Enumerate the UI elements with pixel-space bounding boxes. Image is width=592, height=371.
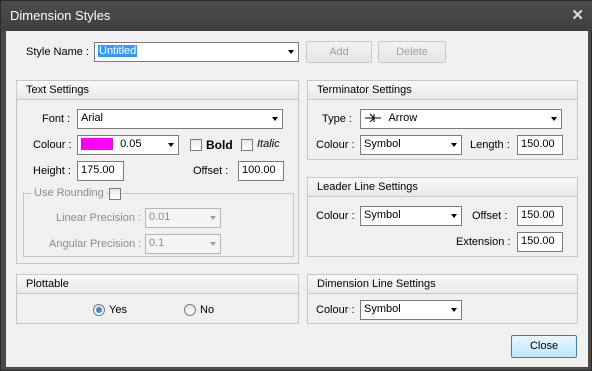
terminator-length-input[interactable]: 150.00 — [517, 135, 563, 155]
angular-precision-label: Angular Precision : — [49, 238, 142, 250]
font-value: Arial — [81, 112, 104, 124]
use-rounding-label: Use Rounding — [31, 187, 107, 199]
plottable-no-radio[interactable] — [184, 304, 196, 316]
chevron-down-icon — [210, 242, 216, 246]
plottable-yes-label: Yes — [109, 304, 127, 316]
height-label: Height : — [33, 165, 71, 177]
colour-value: 0.05 — [120, 138, 142, 150]
terminator-settings-header: Terminator Settings — [308, 81, 577, 100]
terminator-colour-label: Colour : — [316, 139, 355, 151]
terminator-type-value: Arrow — [388, 112, 418, 124]
chevron-down-icon — [451, 308, 457, 312]
angular-precision-select[interactable]: 0.1 — [145, 234, 221, 254]
linear-precision-value: 0.01 — [149, 211, 171, 223]
colour-select[interactable]: 0.05 — [77, 135, 179, 155]
chevron-down-icon — [168, 143, 174, 147]
italic-label: Italic — [257, 138, 280, 150]
terminator-length-label: Length : — [470, 139, 510, 151]
dimension-colour-value: Symbol — [364, 303, 401, 315]
linear-precision-label: Linear Precision : — [56, 212, 141, 224]
chevron-down-icon — [210, 216, 216, 220]
leader-extension-input[interactable]: 150.00 — [517, 232, 563, 252]
style-name-combo[interactable]: Untitled — [94, 42, 299, 62]
leader-line-settings-group: Leader Line Settings Colour : Symbol Off… — [307, 177, 578, 257]
close-button[interactable]: Close — [511, 335, 577, 358]
dimension-line-settings-header: Dimension Line Settings — [308, 275, 577, 294]
plottable-no-label: No — [200, 304, 215, 316]
linear-precision-select[interactable]: 0.01 — [145, 208, 221, 228]
italic-checkbox[interactable] — [241, 139, 253, 151]
dimension-colour-label: Colour : — [316, 304, 355, 316]
style-name-value: Untitled — [98, 45, 138, 57]
height-input[interactable]: 175.00 — [77, 161, 124, 181]
offset-input[interactable]: 100.00 — [238, 161, 284, 181]
text-settings-group: Text Settings Font : Arial Colour : 0.05… — [16, 80, 299, 264]
bold-checkbox[interactable] — [190, 139, 202, 151]
chevron-down-icon — [451, 214, 457, 218]
leader-line-settings-header: Leader Line Settings — [308, 178, 577, 197]
terminator-type-select[interactable]: Arrow — [360, 109, 562, 129]
leader-colour-label: Colour : — [316, 210, 355, 222]
chevron-down-icon[interactable] — [288, 50, 294, 54]
chevron-down-icon — [551, 117, 557, 121]
leader-offset-input[interactable]: 150.00 — [517, 206, 563, 226]
angular-precision-value: 0.1 — [149, 237, 165, 249]
use-rounding-checkbox[interactable] — [109, 188, 121, 200]
plottable-yes-radio[interactable] — [93, 304, 105, 316]
delete-button[interactable]: Delete — [378, 41, 446, 63]
title-bar[interactable]: Dimension Styles ✕ — [1, 1, 592, 31]
terminator-colour-select[interactable]: Symbol — [360, 135, 462, 155]
font-select[interactable]: Arial — [77, 109, 283, 129]
plottable-header: Plottable — [17, 275, 298, 294]
colour-swatch — [81, 138, 113, 151]
window-title: Dimension Styles — [10, 8, 111, 23]
leader-offset-label: Offset : — [472, 210, 508, 222]
text-settings-header: Text Settings — [17, 81, 298, 100]
leader-extension-label: Extension : — [456, 236, 511, 248]
close-icon[interactable]: ✕ — [571, 6, 584, 24]
chevron-down-icon — [451, 143, 457, 147]
leader-colour-value: Symbol — [364, 209, 401, 221]
dialog-body: Style Name : Untitled Add Delete Text Se… — [6, 31, 588, 367]
arrow-terminator-icon — [365, 113, 381, 123]
colour-label: Colour : — [33, 139, 72, 151]
terminator-settings-group: Terminator Settings Type : Arrow Colour … — [307, 80, 578, 160]
style-name-label: Style Name : — [26, 46, 89, 58]
terminator-colour-value: Symbol — [364, 138, 401, 150]
font-label: Font : — [42, 113, 71, 125]
dimension-line-settings-group: Dimension Line Settings Colour : Symbol — [307, 274, 578, 324]
leader-colour-select[interactable]: Symbol — [360, 206, 462, 226]
bold-label: Bold — [206, 138, 233, 152]
plottable-group: Plottable Yes No — [16, 274, 299, 324]
terminator-type-label: Type : — [322, 113, 352, 125]
add-button[interactable]: Add — [306, 41, 372, 63]
dimension-styles-dialog: Dimension Styles ✕ Style Name : Untitled… — [0, 0, 592, 371]
dimension-colour-select[interactable]: Symbol — [360, 300, 462, 320]
chevron-down-icon — [272, 117, 278, 121]
offset-label: Offset : — [193, 165, 229, 177]
